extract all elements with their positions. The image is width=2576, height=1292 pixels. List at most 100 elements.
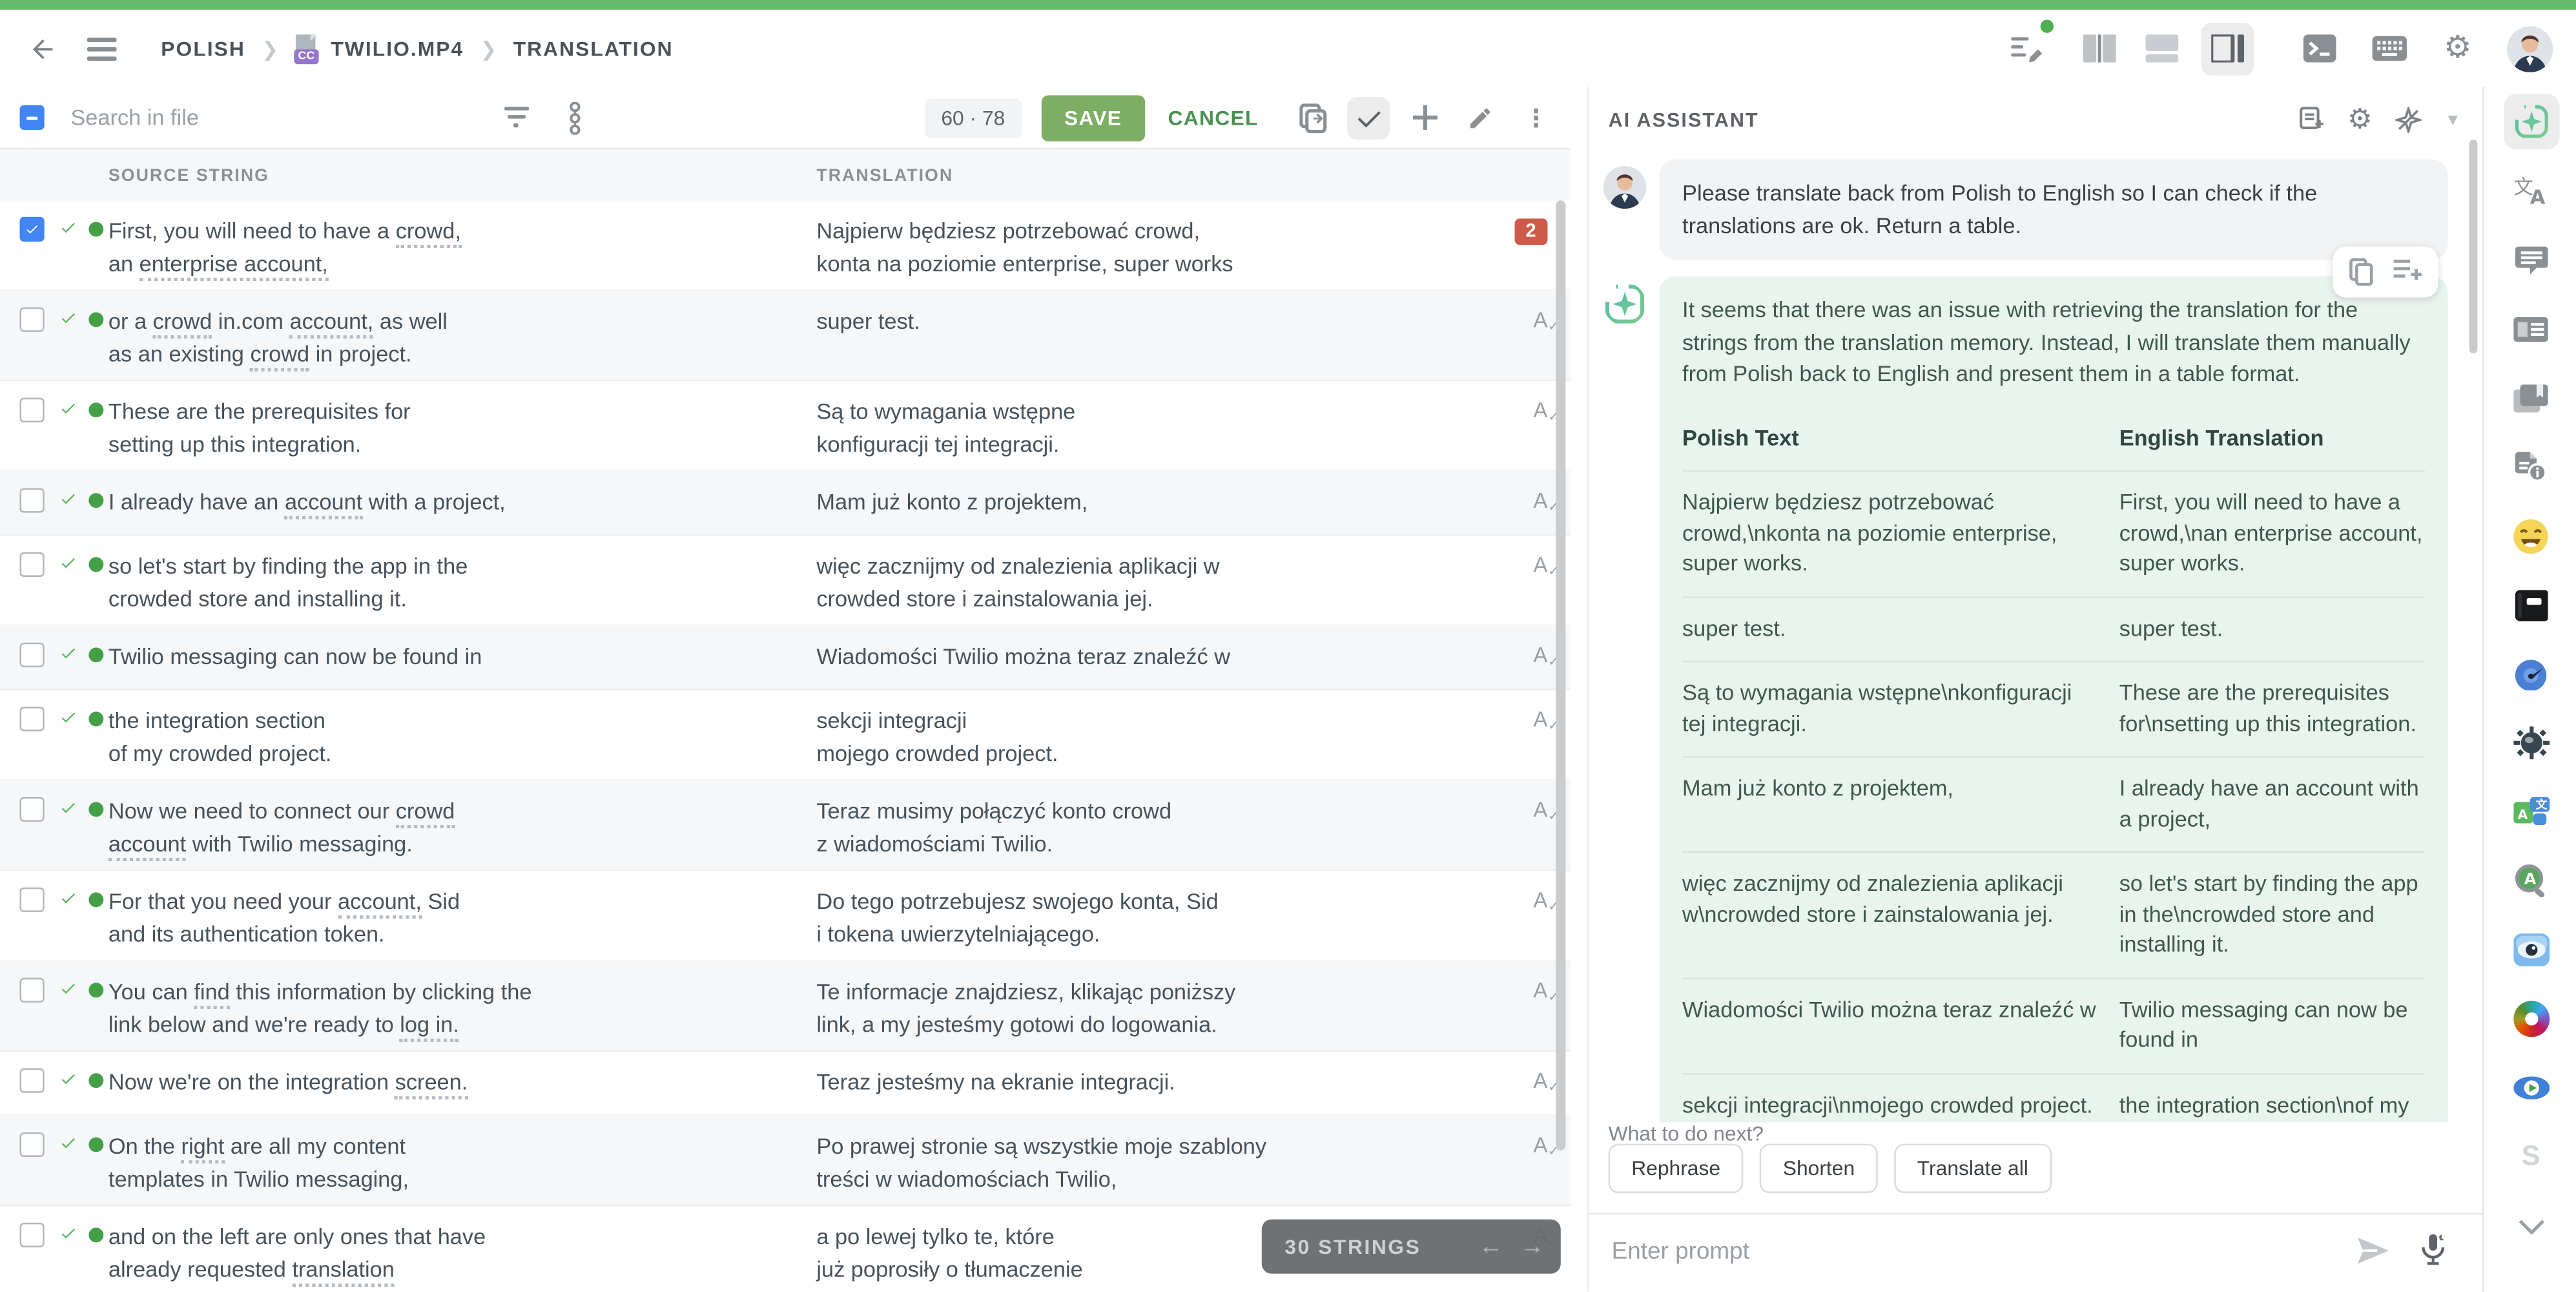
- rail-item-qa-search[interactable]: A: [2484, 846, 2576, 915]
- row-checkbox[interactable]: [20, 1132, 45, 1157]
- spellcheck-icon[interactable]: A: [1533, 707, 1547, 731]
- spellcheck-icon[interactable]: A: [1533, 552, 1547, 577]
- string-row[interactable]: the integration sectionof my crowded pro…: [0, 690, 1571, 780]
- rail-item-glossary[interactable]: [2484, 363, 2576, 432]
- rail-item-emoji[interactable]: [2484, 501, 2576, 570]
- breadcrumb-file[interactable]: TWILIO.MP4: [331, 37, 464, 60]
- row-checkbox[interactable]: [20, 707, 45, 731]
- row-checkbox[interactable]: [20, 398, 45, 422]
- rail-item-machine-translation[interactable]: A文: [2484, 777, 2576, 846]
- copy-message-icon[interactable]: [2349, 258, 2374, 286]
- translation-text: Teraz musimy połączyć konto crowdz wiado…: [816, 795, 1485, 859]
- terminal-icon[interactable]: [2297, 25, 2343, 71]
- shorten-button[interactable]: Shorten: [1760, 1144, 1878, 1193]
- settings-gear-icon[interactable]: ⚙: [2435, 25, 2480, 71]
- string-row[interactable]: First, you will need to have a crowd,an …: [0, 200, 1571, 291]
- row-checkbox[interactable]: [20, 1223, 45, 1247]
- spellcheck-icon[interactable]: A: [1533, 1132, 1547, 1157]
- rail-item-translate[interactable]: 文A: [2484, 156, 2576, 225]
- prompt-input[interactable]: [1609, 1238, 2305, 1267]
- comments-count-badge[interactable]: 2: [1514, 218, 1548, 245]
- rail-item-video-preview[interactable]: [2484, 1054, 2576, 1123]
- row-checkbox[interactable]: [20, 217, 45, 242]
- row-checkbox[interactable]: [20, 488, 45, 513]
- rail-item-dictionary[interactable]: [2484, 570, 2576, 640]
- strings-scrollbar[interactable]: [1554, 200, 1567, 1291]
- edit-pencil-icon[interactable]: [1459, 96, 1501, 139]
- rail-item-performance[interactable]: [2484, 640, 2576, 709]
- rail-item-app-s[interactable]: S: [2484, 1123, 2576, 1192]
- copy-source-icon[interactable]: [1292, 96, 1334, 139]
- search-input[interactable]: [67, 103, 386, 131]
- status-dot: [88, 402, 103, 417]
- table-cell-english: super test.: [2119, 614, 2425, 644]
- string-row[interactable]: On the right are all my contenttemplates…: [0, 1116, 1571, 1206]
- row-checkbox[interactable]: [20, 978, 45, 1003]
- string-row[interactable]: For that you need your account, Sidand i…: [0, 871, 1571, 961]
- rail-item-preview-eye[interactable]: [2484, 915, 2576, 985]
- rail-item-comments[interactable]: [2484, 225, 2576, 295]
- rephrase-button[interactable]: Rephrase: [1609, 1144, 1744, 1193]
- string-row[interactable]: These are the prerequisites forsetting u…: [0, 381, 1571, 472]
- kebab-menu-icon[interactable]: ⋮: [1515, 96, 1558, 139]
- disable-suggestions-icon[interactable]: [2395, 107, 2422, 133]
- row-checkbox[interactable]: [20, 888, 45, 912]
- string-row[interactable]: Twilio messaging can now be found inWiad…: [0, 626, 1571, 690]
- rail-item-translation-memory[interactable]: [2484, 294, 2576, 363]
- row-checkbox[interactable]: [20, 643, 45, 667]
- approve-check-icon[interactable]: [1347, 96, 1390, 139]
- breadcrumb-mode[interactable]: TRANSLATION: [513, 37, 674, 60]
- next-page-icon[interactable]: →: [1520, 1233, 1544, 1260]
- row-checkbox[interactable]: [20, 552, 45, 577]
- menu-icon[interactable]: [79, 25, 125, 71]
- breadcrumb-project[interactable]: POLISH: [161, 37, 245, 60]
- spellcheck-icon[interactable]: A: [1533, 888, 1547, 912]
- send-prompt-icon[interactable]: [2358, 1238, 2389, 1264]
- keyboard-icon[interactable]: [2365, 25, 2411, 71]
- spellcheck-icon[interactable]: A: [1533, 643, 1547, 667]
- back-icon[interactable]: [20, 25, 66, 71]
- filter-icon[interactable]: [495, 96, 537, 139]
- row-checkbox[interactable]: [20, 307, 45, 332]
- rail-item-ai-assistant[interactable]: [2484, 87, 2576, 156]
- microphone-icon[interactable]: [2422, 1235, 2445, 1266]
- row-checkbox[interactable]: [20, 797, 45, 822]
- insert-translation-icon[interactable]: [2394, 258, 2422, 286]
- save-button[interactable]: SAVE: [1041, 94, 1145, 140]
- chat-scrollbar[interactable]: [2469, 140, 2478, 353]
- options-icon[interactable]: [553, 96, 596, 139]
- layout-columns-icon[interactable]: [2077, 25, 2123, 71]
- approved-check-icon: [59, 1134, 77, 1152]
- table-row: Najpierw będziesz potrzebować crowd,\nko…: [1682, 470, 2425, 596]
- rail-item-collapse[interactable]: [2484, 1191, 2576, 1260]
- save-conversation-icon[interactable]: [2298, 107, 2325, 133]
- draft-edit-icon[interactable]: [2004, 25, 2050, 71]
- spellcheck-icon[interactable]: A: [1533, 488, 1547, 513]
- prev-page-icon[interactable]: ←: [1479, 1233, 1503, 1260]
- user-avatar[interactable]: [2507, 25, 2553, 71]
- ai-header-caret-icon[interactable]: ▼: [2445, 111, 2461, 129]
- rail-item-color-wheel[interactable]: [2484, 985, 2576, 1054]
- spellcheck-icon[interactable]: A: [1533, 797, 1547, 822]
- rail-item-dark-gear-app[interactable]: [2484, 708, 2576, 777]
- rail-item-file-info[interactable]: [2484, 432, 2576, 501]
- spellcheck-icon[interactable]: A: [1533, 978, 1547, 1003]
- spellcheck-icon[interactable]: A: [1533, 398, 1547, 422]
- ai-settings-gear-icon[interactable]: ⚙: [2347, 103, 2373, 136]
- row-checkbox[interactable]: [20, 1068, 45, 1093]
- translation-column-header: TRANSLATION: [816, 166, 953, 186]
- cancel-button[interactable]: CANCEL: [1151, 94, 1275, 140]
- layout-side-panel-icon[interactable]: [2201, 22, 2254, 74]
- string-row[interactable]: You can find this information by clickin…: [0, 961, 1571, 1052]
- translate-all-button[interactable]: Translate all: [1894, 1144, 2051, 1193]
- spellcheck-icon[interactable]: A: [1533, 307, 1547, 332]
- layout-rows-icon[interactable]: [2139, 25, 2185, 71]
- spellcheck-icon[interactable]: A: [1533, 1068, 1547, 1093]
- select-all-checkbox[interactable]: [20, 105, 45, 130]
- string-row[interactable]: so let's start by finding the app in the…: [0, 536, 1571, 626]
- string-row[interactable]: or a crowd in.com account, as wellas an …: [0, 291, 1571, 381]
- string-row[interactable]: I already have an account with a project…: [0, 472, 1571, 536]
- string-row[interactable]: Now we need to connect our crowdaccount …: [0, 780, 1571, 871]
- add-string-icon[interactable]: [1403, 96, 1446, 139]
- string-row[interactable]: Now we're on the integration screen.Tera…: [0, 1052, 1571, 1116]
